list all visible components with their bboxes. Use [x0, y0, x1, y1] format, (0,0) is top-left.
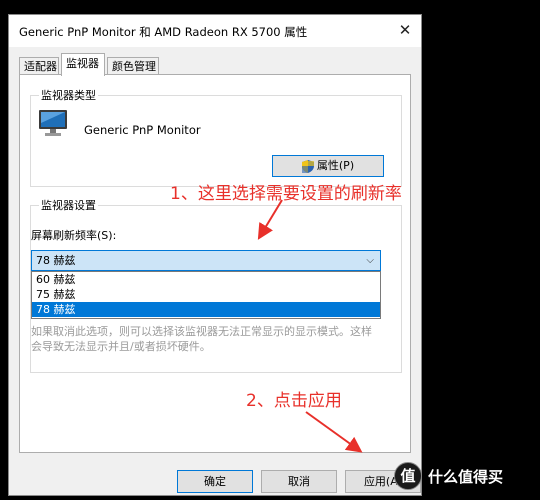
refresh-rate-dropdown-list: 60 赫兹 75 赫兹 78 赫兹	[31, 271, 381, 319]
chevron-down-icon: ⌵	[366, 255, 374, 266]
refresh-rate-label: 屏幕刷新频率(S):	[31, 229, 117, 242]
uac-shield-icon	[301, 159, 314, 173]
watermark-logo: 值	[394, 462, 422, 490]
watermark-text: 什么值得买	[428, 468, 504, 486]
refresh-rate-option-60[interactable]: 60 赫兹	[32, 272, 380, 287]
properties-dialog: Generic PnP Monitor 和 AMD Radeon RX 5700…	[8, 14, 422, 496]
monitor-type-legend: 监视器类型	[41, 89, 96, 102]
refresh-rate-selected-value: 78 赫兹	[36, 254, 76, 267]
close-icon[interactable]: ✕	[395, 20, 415, 40]
watermark: 值 什么值得买	[394, 462, 538, 492]
monitor-settings-legend: 监视器设置	[41, 199, 96, 212]
monitor-icon	[39, 110, 67, 136]
ok-button[interactable]: 确定	[177, 470, 253, 493]
tab-adapter[interactable]: 适配器	[19, 57, 59, 75]
tab-color-management[interactable]: 颜色管理	[107, 57, 159, 75]
title-bar: Generic PnP Monitor 和 AMD Radeon RX 5700…	[9, 15, 421, 47]
annotation-step1: 1、这里选择需要设置的刷新率	[170, 184, 402, 204]
monitor-name: Generic PnP Monitor	[84, 123, 201, 137]
refresh-rate-select[interactable]: 78 赫兹 ⌵	[31, 250, 381, 271]
properties-button-label: 属性(P)	[316, 159, 355, 172]
window-title: Generic PnP Monitor 和 AMD Radeon RX 5700…	[19, 25, 308, 39]
annotation-step2: 2、点击应用	[246, 391, 342, 411]
refresh-warning-text: 如果取消此选项，则可以选择该监视器无法正常显示的显示模式。这样会导致无法显示并且…	[31, 325, 372, 353]
properties-button[interactable]: 属性(P)	[272, 155, 384, 177]
refresh-rate-option-75[interactable]: 75 赫兹	[32, 287, 380, 302]
tab-monitor[interactable]: 监视器	[61, 53, 105, 76]
cancel-button[interactable]: 取消	[261, 470, 337, 493]
refresh-rate-option-78[interactable]: 78 赫兹	[32, 302, 380, 317]
